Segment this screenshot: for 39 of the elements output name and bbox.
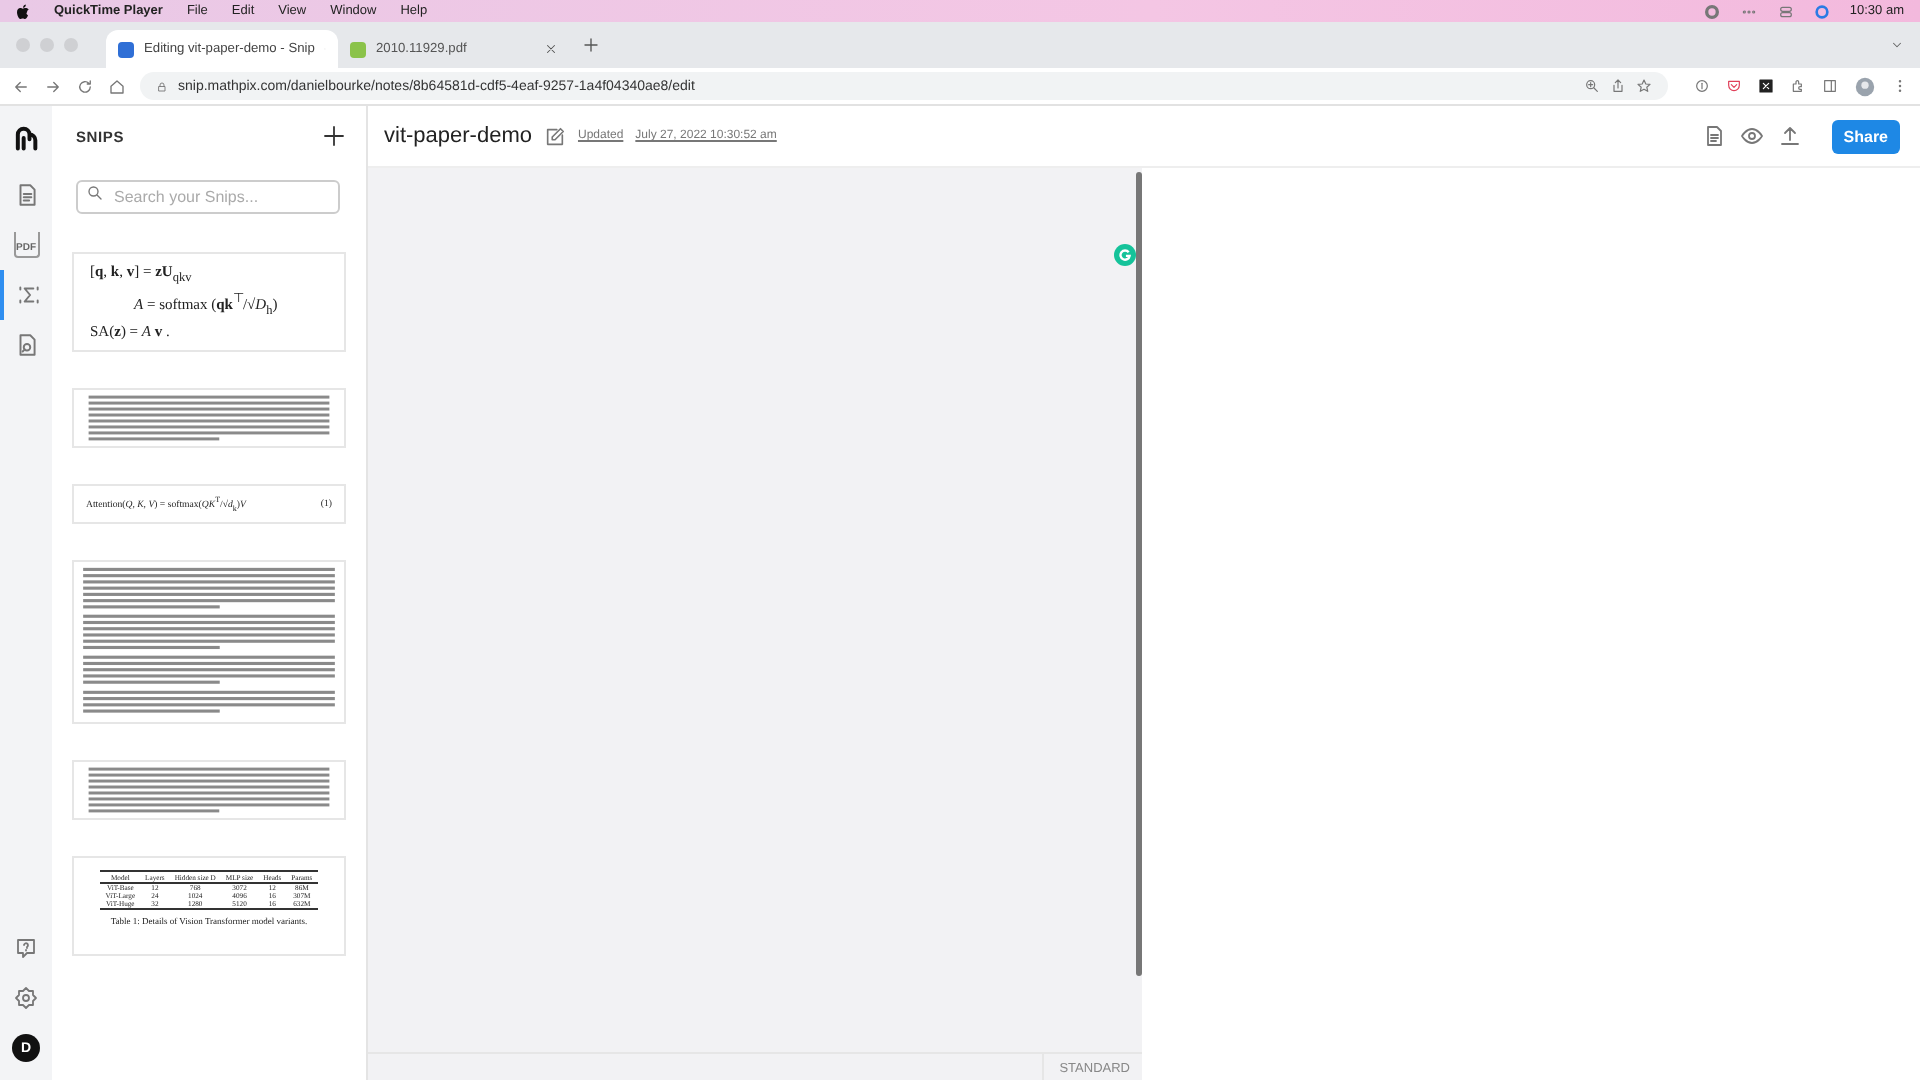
reload-icon[interactable] [76,77,94,95]
apple-icon[interactable] [16,3,30,19]
lock-icon [156,79,168,93]
puzzle-icon[interactable] [1790,78,1806,94]
extension-icon[interactable] [1758,78,1774,94]
tab-favicon [118,41,134,57]
text-snip-drawing[interactable] [72,560,346,724]
logo-icon[interactable] [12,124,40,152]
pocket-icon[interactable] [1726,78,1742,94]
chevron-down-icon[interactable] [1890,38,1904,52]
search-field[interactable]: Search your Snips... [76,180,340,214]
zoom-icon[interactable] [1584,78,1600,94]
record-icon[interactable] [1703,3,1720,19]
profile-avatar-icon[interactable] [1854,75,1876,97]
text-snip-drawing[interactable] [72,760,346,820]
home-icon[interactable] [108,77,126,95]
edit-icon[interactable] [543,125,566,147]
siri-icon[interactable] [1813,3,1830,19]
settings-icon[interactable] [14,985,38,1009]
forward-icon[interactable] [44,77,62,95]
scrollbar[interactable] [1136,172,1142,976]
tab-favicon [350,41,366,57]
grammar-assistant-icon[interactable] [1114,244,1136,266]
sigma-icon [15,282,41,308]
document-title[interactable]: vit-paper-demo [384,124,532,148]
eye-icon[interactable] [1739,124,1764,148]
new-tab-icon[interactable] [582,36,600,54]
star-icon[interactable] [1636,78,1652,94]
text-snip-drawing[interactable] [72,388,346,448]
help-icon[interactable] [14,935,38,959]
document-icon[interactable] [1701,124,1726,148]
share-icon[interactable] [1610,78,1626,94]
search-icon [86,184,104,202]
sidebar-icon[interactable] [1822,78,1838,94]
back-icon[interactable] [12,77,30,95]
share-button[interactable]: Share [1831,119,1900,153]
control-center-icon[interactable] [1777,3,1794,19]
upload-icon[interactable] [1777,124,1802,148]
plus-icon[interactable] [322,124,346,148]
